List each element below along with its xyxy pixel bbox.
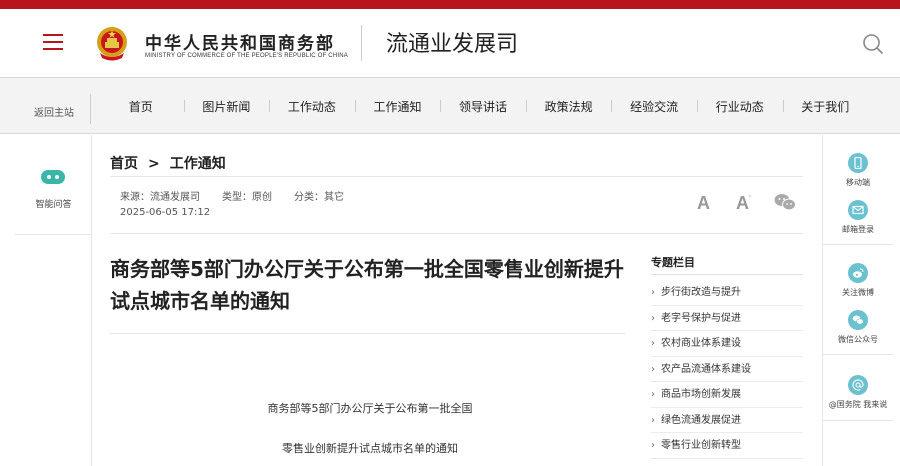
state-council-feedback-label: @国务院 我来说 xyxy=(828,400,888,409)
smart-qa-label: 智能问答 xyxy=(35,200,72,210)
smart-qa-button[interactable]: 智能问答 xyxy=(15,135,92,235)
topics-divider xyxy=(651,274,803,275)
at-icon xyxy=(848,375,868,395)
topic-item[interactable]: › 农村商业体系建设 xyxy=(651,331,803,357)
nav-item-work-updates[interactable]: 工作动态 xyxy=(269,98,355,115)
header-divider xyxy=(361,25,362,61)
mobile-icon xyxy=(848,153,868,173)
left-sidebar: 智能问答 xyxy=(15,135,92,466)
topic-label: 步行街改造与提升 xyxy=(661,287,741,298)
ministry-name-en: MINISTRY OF COMMERCE OF THE PEOPLE'S REP… xyxy=(145,53,348,59)
topic-label: 商品市场创新发展 xyxy=(661,389,741,400)
topic-label: 农产品流通体系建设 xyxy=(661,363,751,375)
ministry-name: 中华人民共和国商务部 xyxy=(145,34,335,54)
article-body-line: 商务部等5部门办公厅关于公布第一批全国 xyxy=(267,402,473,415)
topic-item[interactable]: › 零售行业创新转型 xyxy=(651,433,803,459)
topic-item[interactable]: › 商品市场创新发展 xyxy=(651,382,803,408)
nav-item-work-notices[interactable]: 工作通知 xyxy=(354,98,441,115)
search-icon[interactable] xyxy=(862,33,884,55)
article-meta: 来源：流通发展司 类型：原创 分类：其它 xyxy=(120,188,366,203)
font-size-decrease-button[interactable]: A- xyxy=(736,193,751,214)
mail-icon xyxy=(848,200,868,220)
article-body-line: 零售业创新提升试点城市名单的通知 xyxy=(282,442,458,455)
robot-icon xyxy=(41,170,65,184)
mail-login-label: 邮箱登录 xyxy=(842,225,874,234)
chevron-right-icon: › xyxy=(651,312,655,324)
topic-item[interactable]: › 农产品流通体系建设 xyxy=(651,357,803,382)
site-header: 中华人民共和国商务部 MINISTRY OF COMMERCE OF THE P… xyxy=(0,9,900,77)
topic-label: 老字号保护与促进 xyxy=(661,312,741,324)
breadcrumb-current[interactable]: 工作通知 xyxy=(170,156,226,172)
rb-group-social: 关注微博 微信公众号 xyxy=(823,245,893,355)
chevron-right-icon: › xyxy=(651,414,655,426)
wechat-account-link[interactable]: 微信公众号 xyxy=(823,310,893,345)
weibo-link[interactable]: 关注微博 xyxy=(823,263,893,298)
article-title: 商务部等5部门办公厅关于公布第一批全国零售业创新提升试点城市名单的通知 xyxy=(110,257,624,313)
topic-label: 零售行业创新转型 xyxy=(661,440,741,451)
chevron-right-icon: › xyxy=(651,440,655,451)
article-type: 类型：原创 xyxy=(222,192,272,203)
nav-item-about-us[interactable]: 关于我们 xyxy=(782,98,869,115)
font-small-letter: A xyxy=(736,193,749,213)
topic-item[interactable]: › 绿色流通发展促进 xyxy=(651,408,803,433)
article-date: 2025-06-05 17:12 xyxy=(120,207,211,218)
nav-item-leader-speeches[interactable]: 领导讲话 xyxy=(440,98,526,115)
chevron-right-icon: › xyxy=(651,389,655,400)
topics-list: › 步行街改造与提升 › 老字号保护与促进 › 农村商业体系建设 › 农产品流通体系建设… xyxy=(651,280,803,459)
main-navigation: 返回主站 首页 图片新闻 工作动态 工作通知 领导讲话 政策法规 经验交流 行业… xyxy=(0,77,900,134)
chevron-right-icon: › xyxy=(651,338,655,349)
rb-group-access: 移动端 邮箱登录 xyxy=(823,135,893,245)
nav-item-industry-news[interactable]: 行业动态 xyxy=(696,98,783,115)
nav-item-experience[interactable]: 经验交流 xyxy=(611,98,697,115)
article-category: 分类：其它 xyxy=(294,192,344,203)
topics-heading: 专题栏目 xyxy=(651,256,695,269)
topic-item[interactable]: › 老字号保护与促进 xyxy=(651,306,803,331)
wechat-share-icon[interactable] xyxy=(774,193,796,211)
chevron-right-icon: › xyxy=(651,287,655,298)
meta-divider xyxy=(110,233,803,234)
font-small-mark: - xyxy=(749,193,752,200)
back-home-link[interactable]: 返回主站 xyxy=(34,104,74,119)
title-divider xyxy=(110,333,625,334)
nav-divider xyxy=(90,94,91,124)
nav-item-photo-news[interactable]: 图片新闻 xyxy=(183,98,270,115)
weibo-label: 关注微博 xyxy=(842,288,874,297)
article-source: 来源：流通发展司 xyxy=(120,192,200,203)
state-council-feedback-link[interactable]: @国务院 我来说 xyxy=(823,375,893,410)
mail-login-link[interactable]: 邮箱登录 xyxy=(823,200,893,235)
top-red-bar xyxy=(0,0,900,9)
rb-group-feedback: @国务院 我来说 xyxy=(823,355,893,421)
right-sidebar: 移动端 邮箱登录 关注微博 微信公众号 @国务院 我来说 xyxy=(822,135,893,466)
topic-item[interactable]: › 步行街改造与提升 xyxy=(651,280,803,306)
national-emblem-icon xyxy=(97,27,127,61)
breadcrumb-home[interactable]: 首页 xyxy=(110,156,138,172)
menu-icon[interactable] xyxy=(43,34,63,50)
topic-label: 绿色流通发展促进 xyxy=(661,414,741,426)
weibo-icon xyxy=(848,263,868,283)
breadcrumb-separator: > xyxy=(148,156,160,172)
wechat-icon xyxy=(848,310,868,330)
wechat-account-label: 微信公众号 xyxy=(838,335,878,344)
nav-item-policies[interactable]: 政策法规 xyxy=(525,98,612,115)
chevron-right-icon: › xyxy=(651,363,655,375)
breadcrumb-divider xyxy=(110,176,803,177)
nav-item-home[interactable]: 首页 xyxy=(98,98,184,115)
topic-label: 农村商业体系建设 xyxy=(661,338,741,349)
font-size-increase-button[interactable]: A xyxy=(697,193,710,214)
department-title[interactable]: 流通业发展司 xyxy=(386,26,518,58)
breadcrumb: 首页 > 工作通知 xyxy=(110,153,226,173)
mobile-label: 移动端 xyxy=(846,178,870,187)
mobile-link[interactable]: 移动端 xyxy=(823,153,893,188)
